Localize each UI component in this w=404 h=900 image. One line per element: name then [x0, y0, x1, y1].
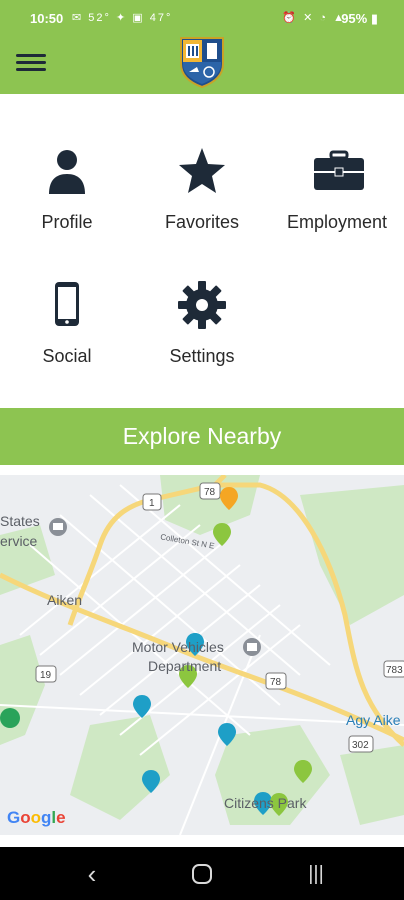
smartphone-icon — [42, 280, 92, 334]
bottom-strip — [0, 835, 404, 847]
gear-icon — [177, 280, 227, 334]
map-canvas: 1 78 78 19 783 302 — [0, 475, 404, 835]
status-right-icons: ⏰ ✕ ◔ ▲ — [282, 12, 346, 24]
status-battery: 95% ▮ — [341, 11, 378, 26]
google-logo: Google — [7, 808, 66, 827]
nearby-map[interactable]: 1 78 78 19 783 302 States ervice Aiken M… — [0, 475, 404, 835]
map-label-aiken: Aiken — [47, 592, 83, 608]
svg-text:1: 1 — [149, 498, 155, 509]
profile-label: Profile — [41, 212, 93, 232]
status-bar: 10:50 ✉ 52° ✦ ▣ 47° ⏰ ✕ ◔ ▲ 95% ▮ — [0, 0, 404, 36]
social-tile[interactable]: Social — [0, 280, 134, 400]
pin-green[interactable] — [213, 523, 231, 546]
system-nav-bar: ‹ ||| — [0, 847, 404, 900]
map-label-citizens-park: Citizens Park — [224, 795, 307, 811]
app-header — [0, 36, 404, 94]
person-icon — [42, 146, 92, 200]
map-label-department: Department — [148, 658, 222, 674]
star-icon — [177, 146, 227, 200]
battery-text: 95% — [341, 11, 368, 26]
pin-blue[interactable] — [133, 695, 151, 718]
employment-tile[interactable]: Employment — [270, 146, 404, 266]
map-label-motor-vehicles: Motor Vehicles — [132, 639, 224, 655]
back-icon[interactable]: ‹ — [72, 857, 112, 891]
profile-tile[interactable]: Profile — [0, 146, 134, 266]
svg-text:78: 78 — [204, 487, 216, 498]
menu-grid: Profile Favorites Employment Social Sett… — [0, 94, 404, 408]
svg-text:78: 78 — [270, 677, 282, 688]
status-time: 10:50 — [30, 11, 64, 26]
briefcase-icon — [312, 146, 364, 200]
explore-nearby-button[interactable]: Explore Nearby — [0, 408, 404, 465]
status-left-icons: ✉ 52° ✦ ▣ 47° — [72, 12, 173, 24]
svg-text:19: 19 — [40, 670, 52, 681]
university-crest-logo — [179, 36, 225, 89]
park-poi-icon — [0, 708, 20, 728]
svg-text:302: 302 — [352, 740, 369, 751]
settings-tile[interactable]: Settings — [135, 280, 269, 400]
map-label-service: ervice — [0, 533, 38, 549]
favorites-tile[interactable]: Favorites — [135, 146, 269, 266]
settings-label: Settings — [169, 346, 235, 366]
svg-text:783: 783 — [386, 665, 403, 676]
status-temperature: 52° — [88, 12, 111, 24]
recents-icon[interactable]: ||| — [296, 857, 336, 891]
map-label-states: States — [0, 513, 40, 529]
employment-label: Employment — [286, 212, 388, 232]
hamburger-icon[interactable] — [16, 51, 46, 75]
home-icon[interactable] — [182, 857, 222, 891]
social-label: Social — [42, 346, 92, 366]
map-label-agy-aiken: Agy Aike — [346, 712, 401, 728]
favorites-label: Favorites — [164, 212, 240, 232]
status-temperature-2: 47° — [149, 12, 173, 24]
